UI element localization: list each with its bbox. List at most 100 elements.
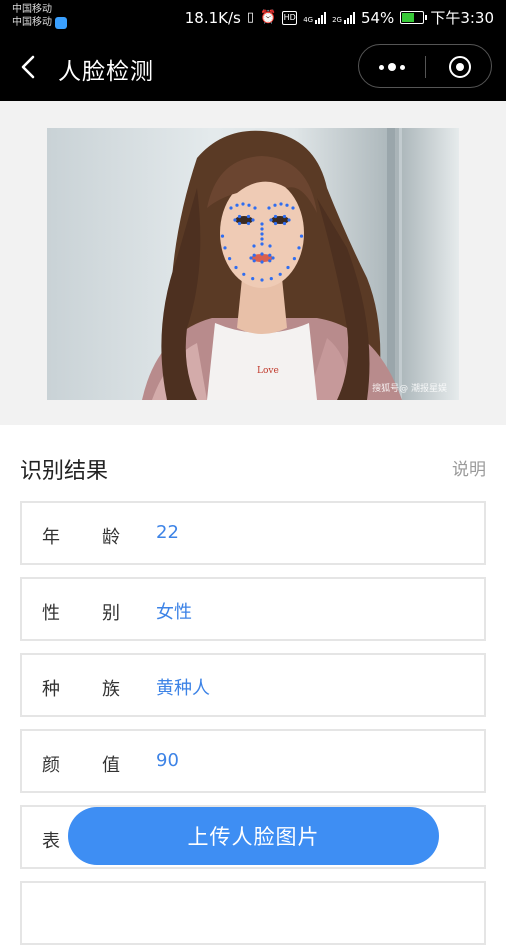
landmark-point — [252, 259, 256, 263]
landmark-point — [269, 277, 273, 281]
landmark-point — [286, 265, 290, 270]
landmark-point — [241, 202, 245, 206]
row-value: 黄种人 — [156, 678, 210, 699]
more-dots-icon[interactable] — [377, 59, 407, 75]
help-link[interactable]: 说明 — [452, 455, 486, 480]
landmark-point — [260, 227, 264, 231]
landmark-point — [260, 242, 264, 246]
landmark-point — [285, 203, 289, 207]
landmark-point — [282, 214, 287, 219]
svg-text:Love: Love — [257, 366, 279, 376]
label-char-2: 值 — [102, 755, 120, 776]
landmark-point — [268, 259, 272, 263]
nav-bar: 人脸检测 — [0, 34, 506, 101]
network-speed: 18.1K/s — [184, 8, 241, 27]
landmark-point — [253, 206, 257, 210]
landmark-point — [228, 257, 232, 261]
landmark-point — [249, 256, 253, 260]
landmark-point — [260, 278, 264, 282]
landmark-point — [235, 203, 239, 207]
label-char-1: 颜 — [42, 755, 60, 776]
landmark-point — [234, 265, 238, 270]
landmark-point — [282, 221, 287, 226]
landmark-point — [237, 214, 242, 219]
landmark-point — [246, 214, 251, 219]
network-type-2: 2G — [332, 15, 342, 24]
face-photo: Love 搜狐号@ 潮报星娱 — [47, 128, 459, 400]
capsule-divider — [425, 56, 426, 78]
landmark-point — [278, 272, 282, 276]
carrier-info: 中国移动 中国移动 — [12, 3, 67, 29]
landmark-point — [260, 260, 264, 264]
alarm-icon: ⏰ — [260, 10, 277, 25]
result-row-beauty: 颜值 90 — [20, 729, 486, 793]
photo-watermark: 搜狐号@ 潮报星娱 — [372, 384, 447, 394]
back-arrow-icon[interactable] — [18, 54, 40, 80]
results-header: 识别结果 说明 — [0, 425, 506, 500]
carrier-2: 中国移动 — [12, 17, 52, 28]
landmark-point — [299, 234, 304, 238]
hd-icon: HD — [282, 10, 298, 25]
landmark-point — [252, 244, 256, 248]
mini-program-capsule — [358, 44, 492, 88]
landmark-point — [287, 218, 291, 222]
landmark-point — [251, 277, 255, 281]
row-value: 女性 — [156, 602, 192, 623]
landmark-point — [233, 218, 237, 222]
landmark-point — [223, 246, 227, 250]
result-row-race: 种族 黄种人 — [20, 653, 486, 717]
label-char-2: 龄 — [102, 527, 120, 548]
status-bar: 中国移动 中国移动 18.1K/s ▯ ⏰ HD 4G 2G 54% 下午3:3… — [0, 0, 506, 34]
page-title: 人脸检测 — [58, 59, 154, 85]
landmark-point — [229, 206, 233, 210]
label-char-1: 种 — [42, 679, 60, 700]
landmark-point — [246, 221, 251, 226]
target-icon[interactable] — [449, 56, 471, 78]
landmark-point — [260, 222, 264, 226]
landmark-point — [273, 214, 278, 219]
landmark-point — [273, 203, 277, 207]
battery-icon — [400, 11, 428, 24]
row-value: 22 — [156, 522, 179, 543]
carrier-1: 中国移动 — [12, 4, 52, 15]
row-label: 性别 — [42, 599, 120, 625]
result-row-next — [20, 881, 486, 945]
landmark-point — [237, 221, 242, 226]
network-type-1: 4G — [303, 15, 314, 24]
row-value: 90 — [156, 750, 179, 771]
face-photo-illustration: Love — [142, 128, 402, 400]
landmark-point — [247, 203, 251, 207]
landmark-point — [291, 206, 295, 210]
landmark-point — [242, 272, 246, 276]
upload-face-button[interactable]: 上传人脸图片 — [68, 807, 439, 865]
app-notification-icon — [55, 16, 67, 29]
label-char-2: 别 — [102, 603, 120, 624]
landmark-point — [220, 234, 225, 238]
label-char-2: 族 — [102, 679, 120, 700]
landmark-point — [267, 206, 271, 210]
result-row-age: 年龄 22 — [20, 501, 486, 565]
landmark-point — [252, 253, 256, 257]
label-char-1: 年 — [42, 527, 60, 548]
result-row-gender: 性别 女性 — [20, 577, 486, 641]
vibrate-icon: ▯ — [246, 10, 254, 25]
label-char-1: 性 — [42, 603, 60, 624]
landmark-point — [297, 246, 301, 250]
photo-area: Love 搜狐号@ 潮报星娱 — [0, 101, 506, 425]
status-indicators: 18.1K/s ▯ ⏰ HD 4G 2G 54% 下午3:30 — [185, 7, 494, 28]
landmark-point — [269, 218, 273, 222]
row-label: 种族 — [42, 675, 120, 701]
signal-icon: 4G — [303, 11, 327, 24]
battery-percent: 54% — [360, 8, 395, 27]
landmark-point — [260, 232, 264, 236]
row-label: 颜值 — [42, 751, 120, 777]
landmark-point — [279, 202, 283, 206]
landmark-point — [292, 257, 296, 261]
row-label: 年龄 — [42, 523, 120, 549]
landmark-point — [271, 256, 275, 260]
landmark-point — [251, 218, 255, 222]
landmark-point — [273, 221, 278, 226]
results-title: 识别结果 — [20, 459, 109, 484]
landmark-point — [268, 244, 272, 248]
landmark-point — [268, 253, 272, 257]
